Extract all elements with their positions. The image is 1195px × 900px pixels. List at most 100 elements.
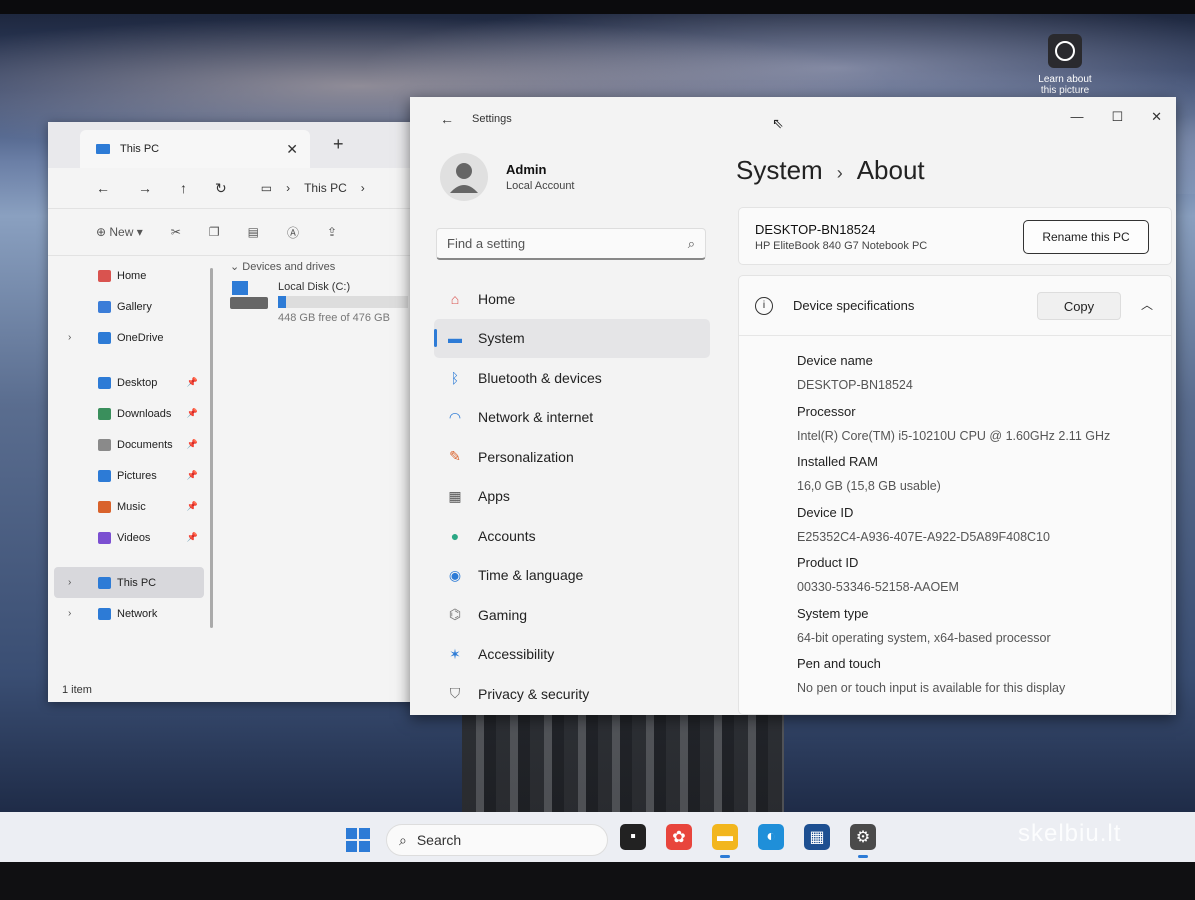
chevron-right-icon[interactable]: › <box>68 332 71 343</box>
system-icon: ▬ <box>448 330 462 347</box>
user-account-block[interactable]: Admin Local Account <box>440 153 575 201</box>
accessibility-icon: ✶ <box>449 645 461 662</box>
breadcrumb-separator: › <box>836 163 843 183</box>
spec-label: Processor <box>797 403 856 419</box>
nav-item[interactable]: ⌬ Gaming <box>434 595 710 635</box>
monitor-icon: ▭ <box>260 181 273 195</box>
close-icon[interactable]: ✕ <box>1151 109 1162 125</box>
device-specifications-card: i Device specifications Copy ︿ Device na… <box>738 275 1172 715</box>
settings-gear-icon[interactable]: ⚙ <box>850 824 876 858</box>
sidebar-scrollbar[interactable] <box>210 268 213 628</box>
nav-item-label: Accessibility <box>478 646 555 663</box>
devices-drives-header[interactable]: ⌄ Devices and drives <box>230 260 430 273</box>
drive-icon <box>230 281 268 311</box>
sidebar-item[interactable]: Videos 📌 <box>54 522 204 553</box>
copy-button[interactable]: Copy <box>1037 292 1121 320</box>
back-arrow-icon[interactable]: ← <box>96 180 110 196</box>
nav-item[interactable]: ⌂ Home <box>434 279 710 319</box>
window-controls: — ☐ ✕ <box>1070 109 1162 125</box>
nav-item[interactable]: ⛉ Privacy & security <box>434 674 710 714</box>
device-specifications-header[interactable]: i Device specifications Copy ︿ <box>739 276 1171 336</box>
address-chevron-icon: › <box>360 181 365 195</box>
taskbar-search[interactable]: ⌕ Search <box>386 824 608 856</box>
computer-icon <box>96 144 110 154</box>
user-name: Admin <box>506 162 547 177</box>
drive-free-space: 448 GB free of 476 GB <box>278 312 390 324</box>
spec-value: Intel(R) Core(TM) i5-10210U CPU @ 1.60GH… <box>797 428 1111 443</box>
sidebar-item[interactable]: Desktop 📌 <box>54 367 204 398</box>
nav-item[interactable]: ● Accounts <box>434 516 710 556</box>
up-arrow-icon[interactable]: ↑ <box>180 180 187 196</box>
sidebar-item[interactable]: › OneDrive <box>54 322 204 353</box>
sidebar-item-label: Desktop <box>117 376 158 389</box>
taskbar-search-label: Search <box>416 832 462 848</box>
start-button[interactable] <box>346 828 370 852</box>
file-explorer-icon[interactable]: ▬ <box>712 824 738 858</box>
new-tab-button[interactable]: + <box>333 134 344 155</box>
user-account-type: Local Account <box>506 180 575 192</box>
close-tab-icon[interactable]: ✕ <box>286 141 298 158</box>
nav-item[interactable]: ▦ Apps <box>434 477 710 517</box>
pin-icon: 📌 <box>186 501 198 511</box>
address-segment[interactable]: This PC <box>304 181 347 195</box>
spec-label: System type <box>797 605 869 621</box>
minimize-icon[interactable]: — <box>1070 109 1083 125</box>
copy-icon[interactable]: ❐ <box>209 225 220 239</box>
maximize-icon[interactable]: ☐ <box>1111 109 1123 125</box>
cut-icon[interactable]: ✂ <box>171 225 181 239</box>
nav-item[interactable]: ✎ Personalization <box>434 437 710 477</box>
new-button[interactable]: ⊕ New ▾ <box>96 225 143 239</box>
learn-about-picture[interactable]: Learn about this picture <box>1030 34 1100 96</box>
paste-icon[interactable]: ▤ <box>248 225 259 239</box>
sidebar-item-label: Documents <box>117 438 173 451</box>
folder-icon <box>98 331 111 344</box>
sidebar-item[interactable]: Downloads 📌 <box>54 398 204 429</box>
sidebar-item[interactable]: Pictures 📌 <box>54 460 204 491</box>
nav-item[interactable]: ◉ Time & language <box>434 556 710 596</box>
chevron-up-icon[interactable]: ︿ <box>1141 296 1153 313</box>
nav-item[interactable]: ✶ Accessibility <box>434 635 710 675</box>
sidebar-item[interactable]: Documents 📌 <box>54 429 204 460</box>
explorer-tab-this-pc[interactable]: This PC ✕ <box>80 130 310 168</box>
back-arrow-icon[interactable]: ← <box>440 111 454 127</box>
rename-icon[interactable]: Ⓐ <box>287 224 299 241</box>
bluetooth-icon: ᛒ <box>450 369 460 386</box>
nav-item-label: Apps <box>478 488 510 505</box>
sidebar-item[interactable]: Music 📌 <box>54 491 204 522</box>
folder-icon <box>98 531 111 544</box>
sidebar-item[interactable]: › This PC <box>54 567 204 598</box>
nav-item[interactable]: ▬ System <box>434 318 710 358</box>
nav-item-label: Home <box>478 290 516 307</box>
spec-label: Pen and touch <box>797 656 881 671</box>
nav-item[interactable]: ◠ Network & internet <box>434 398 710 438</box>
spec-value: DESKTOP-BN18524 <box>797 378 913 392</box>
breadcrumb-system[interactable]: System <box>736 155 823 185</box>
chevron-right-icon[interactable]: › <box>68 577 71 588</box>
section-header-label: Devices and drives <box>242 261 336 273</box>
nav-item-label: Bluetooth & devices <box>478 369 602 386</box>
refresh-icon[interactable]: ↻ <box>215 180 227 197</box>
sidebar-item[interactable]: › Network <box>54 598 204 629</box>
taskbar: ⌕ Search ▪ ✿ ▬ ◐ ▦ ⚙ <box>0 812 1195 862</box>
spec-value: 16,0 GB (15,8 GB usable) <box>797 479 941 493</box>
sidebar-item[interactable]: Gallery <box>54 291 204 322</box>
edge-icon[interactable]: ◐ <box>758 824 784 850</box>
avatar <box>440 153 488 201</box>
copilot-icon[interactable]: ✿ <box>666 824 692 850</box>
local-disk-item[interactable]: Local Disk (C:) 448 GB free of 476 GB <box>230 281 430 324</box>
settings-window: ← Settings ⇖ — ☐ ✕ Admin Local Account F… <box>410 97 1176 715</box>
folder-icon <box>98 269 111 282</box>
address-bar[interactable]: ▭ › This PC › <box>261 181 365 195</box>
store-icon[interactable]: ▦ <box>804 824 830 850</box>
file-explorer-window: This PC ✕ + ← → ↑ ↻ ▭ › This PC › ⊕ New … <box>48 122 428 702</box>
sidebar-item[interactable]: Home <box>54 260 204 291</box>
share-icon[interactable]: ⇪ <box>327 225 337 239</box>
rename-pc-button[interactable]: Rename this PC <box>1023 220 1149 254</box>
forward-arrow-icon[interactable]: → <box>138 180 152 196</box>
settings-search-input[interactable]: Find a setting ⌕ <box>436 228 706 260</box>
learn-about-picture-label: Learn about this picture <box>1038 74 1092 96</box>
search-icon: ⌕ <box>399 831 407 848</box>
task-view-icon[interactable]: ▪ <box>620 824 646 850</box>
nav-item[interactable]: ᛒ Bluetooth & devices <box>434 358 710 398</box>
chevron-right-icon[interactable]: › <box>68 608 71 619</box>
